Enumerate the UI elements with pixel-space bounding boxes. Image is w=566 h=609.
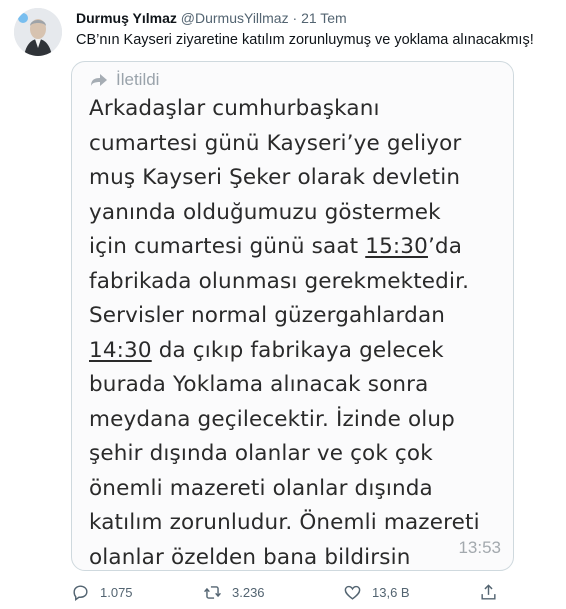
tweet: Durmuş Yılmaz @DurmusYillmaz · 21 Tem CB… xyxy=(0,0,566,609)
share-button[interactable] xyxy=(479,583,498,602)
forward-icon xyxy=(90,73,108,87)
separator-dot: · xyxy=(292,10,298,26)
avatar[interactable] xyxy=(14,8,62,56)
message-segment: ’da xyxy=(427,234,463,259)
retweet-icon xyxy=(203,583,222,602)
like-button[interactable]: 13,6 B xyxy=(343,583,410,602)
message-line: için cumartesi günü saat 15:30’da xyxy=(89,230,509,265)
message-line: meydana geçilecektir. İzinde olup xyxy=(89,403,509,438)
reply-button[interactable]: 1.075 xyxy=(71,583,133,602)
message-time: 13:53 xyxy=(458,538,501,557)
forwarded-text: İletildi xyxy=(116,70,160,89)
action-bar: 1.075 3.236 13,6 B xyxy=(71,583,514,605)
message-segment: Arkadaşlar cumhurbaşkanı xyxy=(89,96,380,121)
message-segment: önemli mazereti olanlar dışında xyxy=(89,475,433,501)
like-count: 13,6 B xyxy=(372,585,410,600)
author-name[interactable]: Durmuş Yılmaz xyxy=(76,10,177,26)
message-line: önemli mazereti olanlar dışında xyxy=(89,472,509,507)
reply-count: 1.075 xyxy=(100,585,133,600)
message-line: şehir dışında olanlar ve çok çok xyxy=(89,437,509,472)
message-text: Arkadaşlar cumhurbaşkanı cumartesi günü K… xyxy=(89,92,509,571)
message-segment: Servisler normal güzergahlardan xyxy=(89,303,446,328)
message-segment: da çıkıp fabrikaya gelecek xyxy=(151,337,444,363)
message-line: yanında olduğumuzu göstermek xyxy=(89,196,509,231)
like-icon xyxy=(343,583,362,602)
message-segment: yanında olduğumuzu göstermek xyxy=(89,199,441,225)
author-handle[interactable]: @DurmusYillmaz xyxy=(181,10,289,26)
message-segment: olanlar özelden bana bildirsin xyxy=(89,544,411,570)
underlined-time: 15:30 xyxy=(365,234,428,259)
message-line: fabrikada olunması gerekmektedir. xyxy=(89,265,509,300)
reply-icon xyxy=(71,583,90,602)
message-line: burada Yoklama alınacak sonra xyxy=(89,368,509,403)
tweet-header: Durmuş Yılmaz @DurmusYillmaz · 21 Tem xyxy=(76,9,347,27)
message-segment: fabrikada olunması gerekmektedir. xyxy=(89,268,470,294)
message-segment: meydana geçilecektir. İzinde olup xyxy=(89,406,455,432)
message-line: katılım zorunludur. Önemli mazereti xyxy=(89,506,509,541)
tweet-date[interactable]: 21 Tem xyxy=(301,10,347,26)
message-segment: burada Yoklama alınacak sonra xyxy=(89,372,429,397)
message-segment: için cumartesi günü saat xyxy=(89,234,366,259)
message-line: muş Kayseri Şeker olarak devletin xyxy=(89,161,509,196)
tweet-image[interactable]: İletildi Arkadaşlar cumhurbaşkanı cumarte… xyxy=(71,61,514,571)
message-segment: muş Kayseri Şeker olarak devletin xyxy=(89,165,461,190)
message-line: Servisler normal güzergahlardan xyxy=(89,299,509,334)
message-line: olanlar özelden bana bildirsin xyxy=(89,541,509,571)
share-icon xyxy=(479,583,498,602)
forwarded-label: İletildi xyxy=(90,70,159,90)
message-line: 14:30 da çıkıp fabrikaya gelecek xyxy=(89,334,509,369)
tweet-text: CB’nın Kayseri ziyaretine katılım zorunl… xyxy=(76,32,534,48)
retweet-button[interactable]: 3.236 xyxy=(203,583,265,602)
retweet-count: 3.236 xyxy=(232,585,265,600)
underlined-time: 14:30 xyxy=(89,337,152,363)
message-segment: cumartesi günü Kayseri’ye geliyor xyxy=(89,130,462,156)
message-line: cumartesi günü Kayseri’ye geliyor xyxy=(89,127,509,162)
message-line: Arkadaşlar cumhurbaşkanı xyxy=(89,92,509,127)
message-segment: katılım zorunludur. Önemli mazereti xyxy=(89,510,480,535)
message-segment: şehir dışında olanlar ve çok çok xyxy=(89,441,433,466)
